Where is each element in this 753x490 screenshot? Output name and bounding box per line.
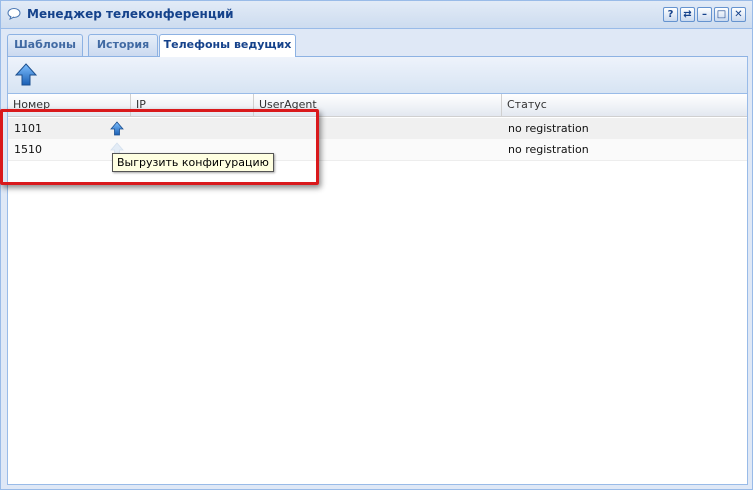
tab-host-phones[interactable]: Телефоны ведущих xyxy=(159,34,296,57)
chat-bubble-icon xyxy=(7,8,21,20)
tab-templates[interactable]: Шаблоны xyxy=(7,34,83,56)
toolbar xyxy=(8,57,747,94)
close-icon[interactable]: ✕ xyxy=(731,7,746,22)
tab-history[interactable]: История xyxy=(88,34,158,56)
highlight-annotation xyxy=(0,109,319,185)
refresh-icon[interactable]: ⇄ xyxy=(680,7,695,22)
maximize-icon[interactable]: □ xyxy=(714,7,729,22)
window-title: Менеджер телеконференций xyxy=(27,7,234,21)
cell-status: no registration xyxy=(508,143,589,156)
arrow-up-icon[interactable] xyxy=(15,63,37,87)
help-icon[interactable]: ? xyxy=(663,7,678,22)
conference-manager-window: Менеджер телеконференций ? ⇄ – □ ✕ Шабло… xyxy=(0,0,753,490)
column-header-status[interactable]: Статус xyxy=(502,94,747,116)
cell-status: no registration xyxy=(508,122,589,135)
tab-strip: Шаблоны История Телефоны ведущих xyxy=(7,29,748,57)
title-bar[interactable]: Менеджер телеконференций ? ⇄ – □ ✕ xyxy=(1,1,752,29)
minimize-icon[interactable]: – xyxy=(697,7,712,22)
window-tools: ? ⇄ – □ ✕ xyxy=(663,7,746,22)
